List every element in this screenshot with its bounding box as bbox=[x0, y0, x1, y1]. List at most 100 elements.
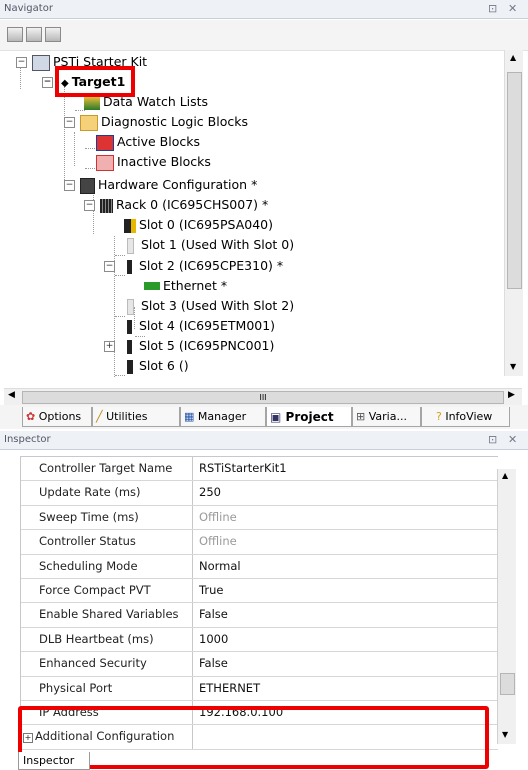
module-icon bbox=[127, 319, 132, 334]
rack-icon bbox=[100, 198, 113, 213]
property-value[interactable]: 1000 bbox=[193, 628, 498, 651]
scroll-right-icon[interactable]: ▶ bbox=[508, 390, 515, 400]
options-icon: ✿ bbox=[26, 410, 36, 423]
tree-node-active-blocks[interactable]: Active Blocks bbox=[96, 132, 200, 152]
toolbar-grid-icon[interactable] bbox=[45, 27, 61, 42]
tree-label-inactive-blocks: Inactive Blocks bbox=[117, 154, 211, 169]
property-value[interactable]: RSTiStarterKit1 bbox=[193, 457, 498, 480]
collapse-icon[interactable]: − bbox=[64, 117, 75, 128]
grid-scroll-thumb[interactable] bbox=[500, 673, 515, 695]
property-value: Offline bbox=[199, 509, 237, 524]
tree-label-dlb: Diagnostic Logic Blocks bbox=[101, 114, 248, 129]
tree-label-hwconfig: Hardware Configuration * bbox=[98, 177, 258, 192]
tab-inspector[interactable]: Inspector bbox=[18, 752, 90, 770]
property-value: Offline bbox=[199, 534, 237, 549]
tree-node-ethernet[interactable]: Ethernet * bbox=[144, 276, 227, 296]
collapse-icon[interactable]: − bbox=[16, 57, 27, 68]
property-key: Update Rate (ms) bbox=[21, 481, 193, 505]
toolbar-properties-icon[interactable] bbox=[7, 27, 23, 42]
tab-options-label: Options bbox=[38, 410, 82, 423]
tree-node-slot0[interactable]: Slot 0 (IC695PSA040) bbox=[124, 215, 273, 235]
tree-label-slot5: Slot 5 (IC695PNC001) bbox=[139, 338, 275, 353]
active-block-icon bbox=[96, 134, 114, 151]
scroll-down-icon[interactable]: ▼ bbox=[502, 730, 508, 739]
inspector-title: Inspector bbox=[4, 434, 51, 445]
collapse-icon[interactable]: − bbox=[104, 261, 115, 272]
tree-scroll-thumb[interactable] bbox=[507, 72, 522, 289]
scroll-left-icon[interactable]: ◀ bbox=[8, 390, 15, 400]
property-value[interactable]: True bbox=[193, 579, 498, 602]
toolbar-view-icon[interactable] bbox=[26, 27, 42, 42]
property-key: Enable Shared Variables bbox=[21, 603, 193, 627]
manager-icon: ▦ bbox=[184, 410, 195, 423]
property-key: Physical Port bbox=[21, 676, 193, 700]
tree-node-slot6[interactable]: Slot 6 () bbox=[124, 356, 189, 376]
property-row-controller-status[interactable]: Controller Status Offline bbox=[21, 530, 498, 555]
tab-project[interactable]: ▣ Project bbox=[266, 407, 352, 427]
tree-node-slot1[interactable]: Slot 1 (Used With Slot 0) bbox=[124, 235, 294, 255]
pin-icon[interactable]: ⊡ bbox=[488, 433, 497, 446]
tree-label-slot1: Slot 1 (Used With Slot 0) bbox=[141, 237, 295, 252]
property-key: Controller Status bbox=[21, 530, 193, 554]
tree-label-slot2: Slot 2 (IC695CPE310) * bbox=[139, 258, 284, 273]
pin-icon[interactable]: ⊡ bbox=[488, 2, 497, 15]
property-value[interactable]: False bbox=[193, 652, 498, 675]
tree-label-slot3: Slot 3 (Used With Slot 2) bbox=[141, 298, 295, 313]
empty-slot-icon bbox=[127, 298, 134, 315]
property-row-scheduling-mode[interactable]: Scheduling Mode Normal bbox=[21, 554, 498, 579]
hscroll-thumb[interactable]: III bbox=[22, 391, 504, 404]
utilities-icon: ╱ bbox=[96, 410, 103, 423]
tab-manager[interactable]: ▦ Manager bbox=[180, 407, 266, 427]
tree-label-ethernet: Ethernet * bbox=[163, 278, 228, 293]
tab-options[interactable]: ✿ Options bbox=[22, 407, 92, 427]
tree-label-slot0: Slot 0 (IC695PSA040) bbox=[139, 217, 273, 232]
tab-infoview[interactable]: ? InfoView bbox=[421, 407, 510, 427]
tab-variables-label: Varia... bbox=[368, 410, 407, 423]
watch-list-icon bbox=[84, 95, 100, 110]
tree-horizontal-scrollbar[interactable]: ◀ III ▶ bbox=[4, 388, 522, 405]
property-row-sweep-time[interactable]: Sweep Time (ms) Offline bbox=[21, 505, 498, 531]
inspector-title-bar: Inspector ⊡ ✕ bbox=[0, 431, 528, 450]
property-value[interactable]: False bbox=[193, 603, 498, 626]
property-key: DLB Heartbeat (ms) bbox=[21, 627, 193, 652]
tree-vertical-scrollbar[interactable]: ▲ ▼ bbox=[504, 50, 523, 376]
property-row-physical-port[interactable]: Physical Port ETHERNET bbox=[21, 676, 498, 701]
tree-label-active-blocks: Active Blocks bbox=[117, 134, 200, 149]
property-value[interactable]: ETHERNET bbox=[193, 677, 498, 700]
property-row-enhanced-security[interactable]: Enhanced Security False bbox=[21, 652, 498, 677]
close-icon[interactable]: ✕ bbox=[508, 433, 517, 446]
property-row-dlb-heartbeat[interactable]: DLB Heartbeat (ms) 1000 bbox=[21, 627, 498, 653]
expand-icon[interactable]: + bbox=[104, 341, 115, 352]
tree-node-inactive-blocks[interactable]: Inactive Blocks bbox=[96, 152, 211, 172]
scroll-up-icon[interactable]: ▲ bbox=[510, 53, 516, 62]
property-row-update-rate[interactable]: Update Rate (ms) 250 bbox=[21, 481, 498, 506]
property-row-controller-target-name[interactable]: Controller Target Name RSTiStarterKit1 bbox=[21, 457, 498, 482]
navigator-toolbar bbox=[0, 20, 528, 51]
property-key: Controller Target Name bbox=[21, 457, 193, 481]
close-icon[interactable]: ✕ bbox=[508, 2, 517, 15]
project-icon bbox=[32, 54, 50, 71]
scroll-down-icon[interactable]: ▼ bbox=[510, 362, 516, 371]
project-tab-icon: ▣ bbox=[270, 410, 282, 424]
scroll-up-icon[interactable]: ▲ bbox=[502, 471, 508, 480]
property-row-force-compact-pvt[interactable]: Force Compact PVT True bbox=[21, 578, 498, 604]
collapse-icon[interactable]: − bbox=[42, 77, 53, 88]
ethernet-icon bbox=[144, 281, 160, 290]
tab-utilities[interactable]: ╱ Utilities bbox=[92, 407, 180, 427]
tab-manager-label: Manager bbox=[197, 410, 247, 423]
property-key: Force Compact PVT bbox=[21, 578, 193, 603]
tree-node-slot4[interactable]: Slot 4 (IC695ETM001) bbox=[124, 316, 275, 336]
property-key: Sweep Time (ms) bbox=[21, 505, 193, 530]
property-row-enable-shared-variables[interactable]: Enable Shared Variables False bbox=[21, 603, 498, 628]
property-grid-scrollbar[interactable]: ▲ ▼ bbox=[497, 469, 516, 744]
power-supply-icon bbox=[124, 218, 136, 233]
collapse-icon[interactable]: − bbox=[84, 200, 95, 211]
property-value[interactable]: 250 bbox=[193, 481, 498, 504]
navigator-title: Navigator bbox=[4, 3, 53, 14]
property-key: Scheduling Mode bbox=[21, 554, 193, 578]
project-tree: − PSTi Starter Kit − ◆ Target1 Data Watch… bbox=[4, 50, 504, 378]
property-value[interactable]: Normal bbox=[193, 555, 498, 578]
collapse-icon[interactable]: − bbox=[64, 180, 75, 191]
tree-node-slot3[interactable]: Slot 3 (Used With Slot 2) bbox=[124, 296, 294, 316]
tab-variables[interactable]: ⊞ Varia... bbox=[352, 407, 421, 427]
